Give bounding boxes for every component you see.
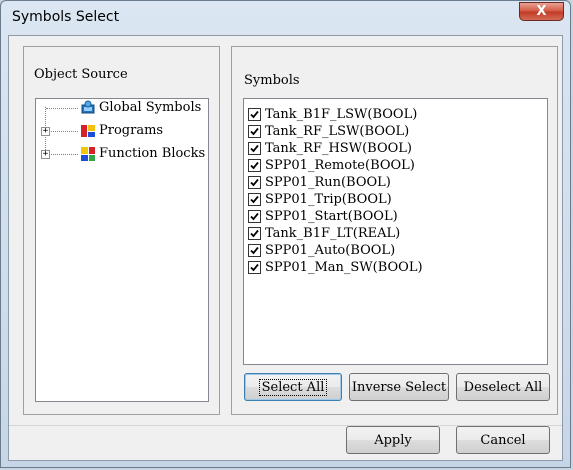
tree-item-label: Programs xyxy=(99,123,164,138)
tree-branch-line xyxy=(51,131,78,132)
checkbox[interactable] xyxy=(248,193,261,206)
expand-icon[interactable]: + xyxy=(41,150,50,159)
select-all-button[interactable]: Select All xyxy=(244,373,342,401)
tree-item-label: Function Blocks xyxy=(99,146,206,161)
object-source-tree[interactable]: Global Symbols + Programs + Function Blo… xyxy=(35,98,209,402)
checkbox[interactable] xyxy=(248,159,261,172)
title-bar[interactable]: Symbols Select X xyxy=(1,1,570,35)
checkbox[interactable] xyxy=(248,227,261,240)
object-source-heading: Object Source xyxy=(34,67,128,82)
checkbox[interactable] xyxy=(248,261,261,274)
checkmark-icon xyxy=(250,161,259,170)
close-button[interactable]: X xyxy=(519,2,564,21)
checkmark-icon xyxy=(250,263,259,272)
deselect-all-label: Deselect All xyxy=(463,379,543,395)
checkbox[interactable] xyxy=(248,142,261,155)
symbol-label: SPP01_Auto(BOOL) xyxy=(265,243,396,258)
global-symbols-icon xyxy=(81,100,95,114)
checkmark-icon xyxy=(250,144,259,153)
symbol-label: SPP01_Trip(BOOL) xyxy=(265,192,392,207)
function-blocks-icon xyxy=(81,147,95,161)
checkmark-icon xyxy=(250,127,259,136)
tree-item-label: Global Symbols xyxy=(99,100,202,115)
checkbox[interactable] xyxy=(248,210,261,223)
inverse-select-button[interactable]: Inverse Select xyxy=(349,373,449,401)
tree-item-programs[interactable]: + Programs xyxy=(36,122,208,140)
checkmark-icon xyxy=(250,229,259,238)
window-title: Symbols Select xyxy=(12,9,120,25)
apply-button[interactable]: Apply xyxy=(346,426,440,454)
apply-label: Apply xyxy=(374,432,412,448)
symbol-label: SPP01_Start(BOOL) xyxy=(265,209,398,224)
symbol-label: Tank_RF_LSW(BOOL) xyxy=(265,124,410,139)
checkmark-icon xyxy=(250,110,259,119)
symbols-select-window: Symbols Select X Object Source Global Sy… xyxy=(0,0,571,468)
select-all-label: Select All xyxy=(258,378,328,396)
checkmark-icon xyxy=(250,212,259,221)
deselect-all-button[interactable]: Deselect All xyxy=(456,373,550,401)
symbols-group: Symbols Tank_B1F_LSW(BOOL) Tank_RF_LSW(B… xyxy=(231,46,558,415)
tree-item-global-symbols[interactable]: Global Symbols xyxy=(36,99,208,117)
tree-branch-line xyxy=(51,154,78,155)
tree-branch-line xyxy=(46,108,78,109)
close-icon: X xyxy=(536,4,547,19)
symbol-label: Tank_RF_HSW(BOOL) xyxy=(265,141,412,156)
cancel-label: Cancel xyxy=(480,432,526,448)
checkmark-icon xyxy=(250,195,259,204)
symbols-heading: Symbols xyxy=(244,73,300,88)
checkbox[interactable] xyxy=(248,176,261,189)
expand-icon[interactable]: + xyxy=(41,127,50,136)
checkmark-icon xyxy=(250,246,259,255)
programs-icon xyxy=(81,125,95,137)
dialog-client-area: Object Source Global Symbols + Programs … xyxy=(8,35,563,461)
checkbox[interactable] xyxy=(248,244,261,257)
checkmark-icon xyxy=(250,178,259,187)
object-source-group: Object Source Global Symbols + Programs … xyxy=(23,46,220,415)
symbol-label: SPP01_Man_SW(BOOL) xyxy=(265,260,423,275)
symbols-list[interactable]: Tank_B1F_LSW(BOOL) Tank_RF_LSW(BOOL) Tan… xyxy=(243,98,548,365)
inverse-select-label: Inverse Select xyxy=(351,379,447,395)
tree-item-function-blocks[interactable]: + Function Blocks xyxy=(36,145,208,163)
symbol-label: SPP01_Run(BOOL) xyxy=(265,175,391,190)
checkbox[interactable] xyxy=(248,108,261,121)
symbol-label: Tank_B1F_LSW(BOOL) xyxy=(265,107,418,122)
symbol-label: Tank_B1F_LT(REAL) xyxy=(265,226,401,241)
symbol-label: SPP01_Remote(BOOL) xyxy=(265,158,415,173)
cancel-button[interactable]: Cancel xyxy=(456,426,550,454)
checkbox[interactable] xyxy=(248,125,261,138)
